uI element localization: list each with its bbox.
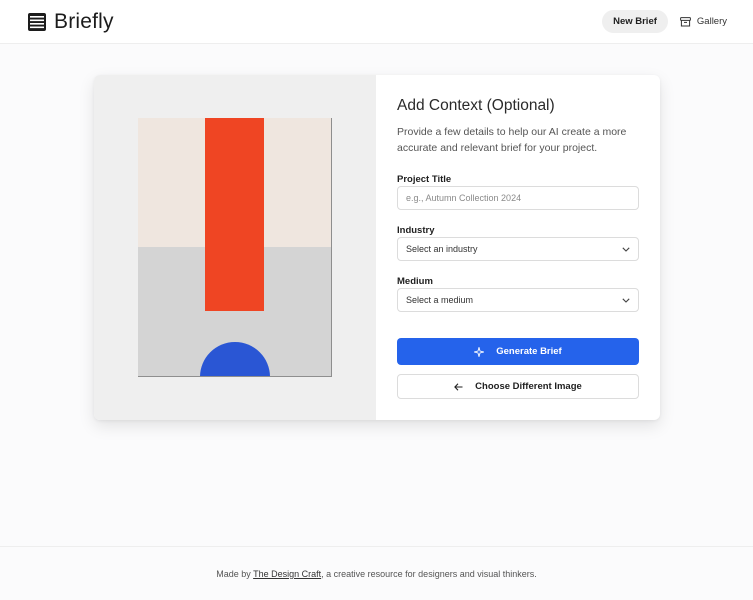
footer-suffix: , a creative resource for designers and … [321, 569, 537, 579]
medium-label: Medium [397, 276, 433, 287]
project-title-label: Project Title [397, 174, 452, 185]
industry-label: Industry [397, 225, 435, 236]
context-card: Add Context (Optional) Provide a few det… [94, 75, 660, 420]
chevron-down-icon [622, 246, 630, 252]
brand[interactable]: Briefly [28, 10, 114, 34]
generate-brief-label: Generate Brief [496, 346, 562, 357]
choose-different-image-button[interactable]: Choose Different Image [397, 374, 639, 399]
top-nav: New Brief Gallery [602, 10, 727, 33]
top-bar: Briefly New Brief Gallery [0, 0, 753, 44]
project-title-field[interactable] [397, 186, 639, 210]
form-description: Provide a few details to help our AI cre… [397, 126, 627, 154]
chevron-down-icon [622, 297, 630, 303]
gallery-link[interactable]: Gallery [680, 16, 727, 27]
image-preview-panel [94, 75, 376, 420]
project-title-input[interactable] [406, 193, 630, 203]
brand-name: Briefly [54, 10, 114, 33]
menu-lines-icon [28, 13, 46, 31]
new-brief-button[interactable]: New Brief [602, 10, 668, 33]
footer-prefix: Made by [216, 569, 254, 579]
industry-selected-value: Select an industry [406, 244, 478, 254]
gallery-label: Gallery [696, 16, 727, 27]
sparkles-icon [474, 346, 485, 357]
context-form: Add Context (Optional) Provide a few det… [397, 75, 639, 420]
arrow-left-icon [454, 382, 463, 391]
form-title: Add Context (Optional) [397, 97, 555, 114]
choose-different-image-label: Choose Different Image [475, 381, 582, 392]
medium-selected-value: Select a medium [406, 295, 474, 305]
archive-box-icon [680, 16, 691, 26]
uploaded-artwork-image [138, 118, 332, 377]
footer-link[interactable]: The Design Craft [253, 569, 321, 579]
industry-select[interactable]: Select an industry [397, 237, 639, 261]
medium-select[interactable]: Select a medium [397, 288, 639, 312]
artwork-red-bar [205, 118, 264, 311]
generate-brief-button[interactable]: Generate Brief [397, 338, 639, 365]
footer: Made by The Design Craft, a creative res… [0, 546, 753, 600]
